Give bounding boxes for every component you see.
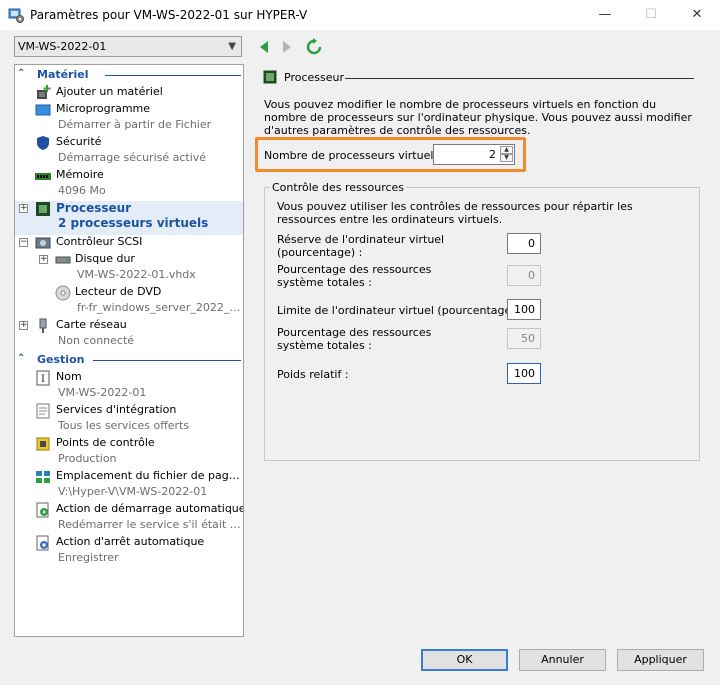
tree-item-auto-stop-action[interactable]: Action d'arrêt automatique Enregistrer — [15, 535, 243, 569]
tree-item-add-hardware[interactable]: Ajouter un matériel — [15, 85, 243, 102]
resource-control-description: Vous pouvez utiliser les contrôles de re… — [277, 200, 633, 226]
tree-item-security[interactable]: Sécurité Démarrage sécurisé activé — [15, 135, 243, 169]
settings-app-icon — [8, 8, 24, 23]
title-bar: Paramètres pour VM-WS-2022-01 sur HYPER-… — [0, 0, 720, 30]
scsi-controller-icon — [35, 237, 51, 249]
section-divider — [105, 75, 241, 76]
stepper-down-arrow-icon[interactable]: ▼ — [500, 154, 513, 162]
maximize-button[interactable]: ☐ — [628, 0, 674, 30]
network-adapter-icon — [39, 318, 47, 333]
integration-services-icon — [36, 403, 50, 419]
memory-icon — [35, 173, 51, 180]
expand-plus-icon[interactable]: + — [39, 255, 48, 264]
dvd-icon — [55, 285, 71, 301]
section-header-hardware[interactable]: ⌃ Matériel — [15, 67, 243, 83]
vm-selector-value: VM-WS-2022-01 — [18, 40, 107, 53]
next-arrow-icon[interactable] — [277, 38, 295, 56]
tree-item-checkpoints[interactable]: Points de contrôle Production — [15, 436, 243, 470]
reserve-input[interactable]: 0 — [507, 233, 541, 254]
title-divider — [345, 78, 694, 79]
tree-item-hard-disk[interactable]: + Disque dur VM-WS-2022-01.vhdx — [15, 252, 243, 286]
tree-item-scsi-controller[interactable]: − Contrôleur SCSI — [15, 235, 243, 252]
panel-title: Processeur — [284, 71, 344, 84]
tree-item-integration-services[interactable]: Services d'intégration Tous les services… — [15, 403, 243, 437]
paging-file-icon — [36, 471, 50, 483]
checkpoint-icon — [36, 437, 50, 451]
auto-stop-icon — [36, 535, 49, 551]
resource-control-title: Contrôle des ressources — [270, 181, 407, 194]
vcpu-label: Nombre de processeurs virtuels : — [264, 149, 447, 162]
minimize-button[interactable]: — — [582, 0, 628, 30]
limit-label: Limite de l'ordinateur virtuel (pourcent… — [277, 304, 523, 317]
name-icon: I — [36, 370, 50, 386]
processor-description: Vous pouvez modifier le nombre de proces… — [264, 98, 692, 137]
resource-control-group — [264, 187, 700, 461]
apply-button[interactable]: Appliquer — [617, 649, 704, 671]
collapse-chevron-icon: ⌃ — [17, 68, 26, 79]
section-divider — [93, 360, 241, 361]
shield-icon — [37, 136, 49, 150]
window-title: Paramètres pour VM-WS-2022-01 sur HYPER-… — [30, 8, 308, 22]
vcpu-count-stepper[interactable]: 2 ▲ ▼ — [433, 144, 515, 165]
tree-item-auto-start-action[interactable]: Action de démarrage automatique Redémarr… — [15, 502, 243, 536]
settings-tree: ⌃ Matériel Ajouter un matériel Microprog… — [14, 64, 244, 637]
firmware-icon — [35, 104, 51, 116]
close-button[interactable]: ✕ — [674, 0, 720, 30]
collapse-minus-icon[interactable]: − — [19, 238, 28, 247]
relative-weight-input[interactable]: 100 — [507, 363, 541, 384]
tree-item-name[interactable]: I Nom VM-WS-2022-01 — [15, 370, 243, 404]
tree-item-processor[interactable]: + Processeur 2 processeurs virtuels — [15, 201, 243, 235]
svg-text:I: I — [41, 374, 45, 385]
stepper-up-arrow-icon[interactable]: ▲ — [500, 146, 513, 154]
tree-item-dvd-drive[interactable]: Lecteur de DVD fr-fr_windows_server_2022… — [15, 285, 243, 319]
tree-item-firmware[interactable]: Microprogramme Démarrer à partir de Fich… — [15, 102, 243, 136]
vm-selector-dropdown[interactable]: VM-WS-2022-01 ▼ — [14, 36, 242, 57]
processor-icon — [36, 202, 50, 216]
limit-percentage-label: Pourcentage des ressources système total… — [277, 326, 432, 352]
tree-item-memory[interactable]: Mémoire 4096 Mo — [15, 168, 243, 202]
limit-percentage-value: 50 — [507, 328, 541, 349]
previous-arrow-icon[interactable] — [256, 38, 274, 56]
expand-plus-icon[interactable]: + — [19, 204, 28, 213]
auto-start-icon — [36, 502, 49, 518]
processor-icon — [263, 70, 277, 84]
tree-item-paging-file-location[interactable]: Emplacement du fichier de paginati... V:… — [15, 469, 243, 503]
processor-settings-panel: Processeur Vous pouvez modifier le nombr… — [251, 64, 708, 637]
limit-input[interactable]: 100 — [507, 299, 541, 320]
tree-item-network-adapter[interactable]: + Carte réseau Non connecté — [15, 318, 243, 352]
ok-button[interactable]: OK — [421, 649, 508, 671]
reserve-percentage-value: 0 — [507, 265, 541, 286]
relative-weight-label: Poids relatif : — [277, 368, 349, 381]
reserve-percentage-label: Pourcentage des ressources système total… — [277, 263, 432, 289]
collapse-chevron-icon: ⌃ — [17, 353, 26, 364]
chevron-down-icon: ▼ — [228, 41, 236, 52]
expand-plus-icon[interactable]: + — [19, 321, 28, 330]
section-header-management[interactable]: ⌃ Gestion — [15, 352, 243, 368]
reserve-label: Réserve de l'ordinateur virtuel (pourcen… — [277, 233, 445, 259]
hard-disk-icon — [55, 256, 71, 264]
add-hardware-icon — [37, 85, 51, 99]
cancel-button[interactable]: Annuler — [519, 649, 606, 671]
refresh-icon[interactable] — [305, 38, 323, 56]
